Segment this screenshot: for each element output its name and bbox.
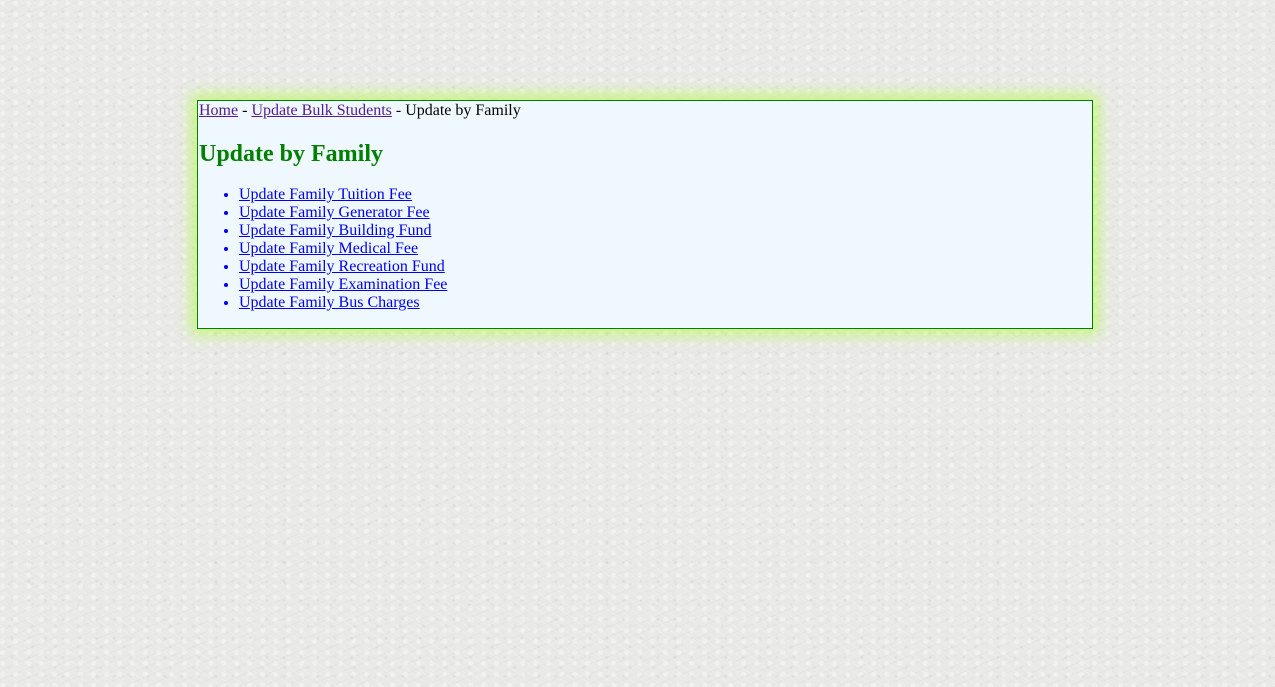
update-family-medical-fee-link[interactable]: Update Family Medical Fee [239, 240, 418, 257]
update-family-recreation-fund-link[interactable]: Update Family Recreation Fund [239, 258, 445, 275]
update-family-examination-fee-link[interactable]: Update Family Examination Fee [239, 276, 447, 293]
update-family-building-fund-link[interactable]: Update Family Building Fund [239, 222, 431, 239]
list-item: Update Family Tuition Fee [239, 186, 1092, 204]
breadcrumb-update-bulk-students-link[interactable]: Update Bulk Students [251, 102, 391, 119]
breadcrumb: Home - Update Bulk Students - Update by … [198, 101, 1092, 120]
list-item: Update Family Bus Charges [239, 294, 1092, 312]
breadcrumb-home-link[interactable]: Home [199, 102, 238, 119]
fee-links-list: Update Family Tuition Fee Update Family … [198, 186, 1092, 312]
update-family-generator-fee-link[interactable]: Update Family Generator Fee [239, 204, 430, 221]
breadcrumb-current: Update by Family [405, 102, 521, 119]
update-family-bus-charges-link[interactable]: Update Family Bus Charges [239, 294, 420, 311]
breadcrumb-separator: - [238, 102, 252, 119]
list-item: Update Family Generator Fee [239, 204, 1092, 222]
list-item: Update Family Building Fund [239, 222, 1092, 240]
list-item: Update Family Examination Fee [239, 276, 1092, 294]
content-panel: Home - Update Bulk Students - Update by … [197, 100, 1093, 329]
list-item: Update Family Medical Fee [239, 240, 1092, 258]
breadcrumb-separator: - [391, 102, 406, 119]
update-family-tuition-fee-link[interactable]: Update Family Tuition Fee [239, 186, 412, 203]
page-title: Update by Family [199, 141, 384, 167]
list-item: Update Family Recreation Fund [239, 258, 1092, 276]
